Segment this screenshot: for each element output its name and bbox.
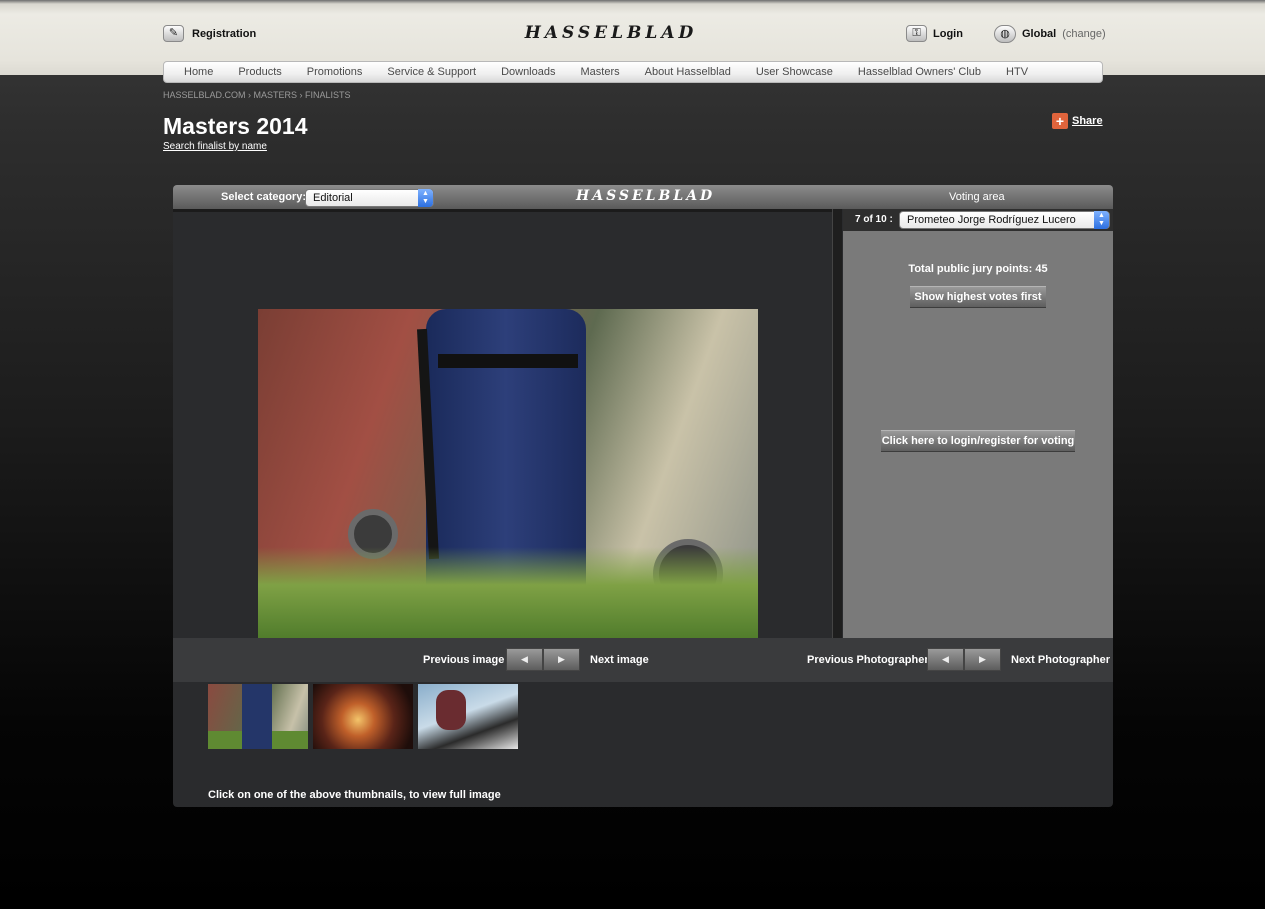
image-navigation: Previous image ◀ ▶ Next image Previous P… (173, 638, 1113, 682)
image-viewer (173, 209, 833, 642)
image-arrows: ◀ ▶ (506, 648, 580, 671)
login-to-vote-button[interactable]: Click here to login/register for voting (881, 430, 1075, 452)
share-button[interactable]: + Share (1052, 113, 1103, 129)
updown-arrow-icon: ▲ ▼ (418, 189, 433, 207)
globe-icon: ◍ (994, 25, 1016, 43)
login-link[interactable]: ⚿ Login (906, 25, 963, 42)
updown-arrow-icon: ▲ ▼ (1094, 211, 1109, 229)
nav-item-owners-club[interactable]: Hasselblad Owners' Club (858, 66, 981, 78)
previous-photographer-button[interactable]: ◀ (927, 648, 964, 671)
next-image-button[interactable]: ▶ (543, 648, 580, 671)
photographer-value: Prometeo Jorge Rodríguez Lucero (907, 214, 1076, 226)
main-nav: Home Products Promotions Service & Suppo… (163, 61, 1103, 83)
change-region-link[interactable]: (change) (1062, 28, 1105, 40)
thumbnail-3[interactable] (418, 684, 518, 749)
voting-area-label: Voting area (949, 191, 1005, 203)
show-highest-votes-button[interactable]: Show highest votes first (910, 286, 1046, 308)
nav-item-downloads[interactable]: Downloads (501, 66, 555, 78)
nav-item-products[interactable]: Products (238, 66, 281, 78)
previous-image-button[interactable]: ◀ (506, 648, 543, 671)
photographer-arrows: ◀ ▶ (927, 648, 1001, 671)
hasselblad-logo[interactable]: HASSELBLAD (522, 23, 700, 43)
gallery-panel: Select category: Editorial ▲ ▼ HASSELBLAD… (173, 185, 1113, 807)
nav-item-user-showcase[interactable]: User Showcase (756, 66, 833, 78)
photographer-select[interactable]: Prometeo Jorge Rodríguez Lucero ▲ ▼ (899, 211, 1110, 229)
nav-item-home[interactable]: Home (184, 66, 213, 78)
category-select[interactable]: Editorial ▲ ▼ (305, 189, 434, 207)
page-title: Masters 2014 (163, 113, 308, 139)
voting-area: 7 of 10 : Prometeo Jorge Rodríguez Lucer… (843, 209, 1113, 638)
panel-toolbar: Select category: Editorial ▲ ▼ HASSELBLAD… (173, 185, 1113, 209)
previous-image-label: Previous image (423, 654, 505, 666)
arrow-left-icon: ◀ (942, 654, 949, 664)
finalist-photo[interactable] (258, 309, 758, 642)
registration-link[interactable]: ✎ Registration (163, 25, 256, 42)
thumbnail-1[interactable] (208, 684, 308, 749)
photo-grass (258, 547, 758, 642)
key-icon: ⚿ (906, 25, 927, 42)
category-label: Select category: (221, 191, 306, 203)
panel-divider (832, 209, 842, 638)
region-selector[interactable]: ◍ Global (change) (994, 25, 1106, 43)
next-photographer-label: Next Photographer (1011, 654, 1111, 666)
breadcrumb[interactable]: HASSELBLAD.COM › MASTERS › FINALISTS (163, 90, 351, 100)
photographer-count: 7 of 10 : (855, 214, 893, 225)
photographer-selector-bar: 7 of 10 : Prometeo Jorge Rodríguez Lucer… (843, 209, 1113, 231)
nav-item-service-support[interactable]: Service & Support (387, 66, 476, 78)
arrow-right-icon: ▶ (979, 654, 986, 664)
region-label: Global (1022, 28, 1057, 40)
share-label: Share (1072, 115, 1103, 127)
arrow-right-icon: ▶ (558, 654, 565, 664)
thumbnail-2[interactable] (313, 684, 413, 749)
photo-belt (438, 354, 578, 368)
category-value: Editorial (313, 192, 353, 204)
thumbnail-strip (208, 684, 518, 749)
registration-label: Registration (192, 27, 257, 40)
previous-photographer-label: Previous Photographer (807, 654, 929, 666)
nav-item-masters[interactable]: Masters (580, 66, 619, 78)
login-label: Login (933, 27, 963, 40)
pen-icon: ✎ (163, 25, 184, 42)
nav-item-htv[interactable]: HTV (1006, 66, 1028, 78)
jury-points: Total public jury points: 45 (908, 263, 1048, 275)
plus-icon: + (1052, 113, 1068, 129)
arrow-left-icon: ◀ (521, 654, 528, 664)
thumbnail-hint: Click on one of the above thumbnails, to… (208, 789, 501, 801)
nav-item-promotions[interactable]: Promotions (307, 66, 363, 78)
next-photographer-button[interactable]: ▶ (964, 648, 1001, 671)
search-finalist-link[interactable]: Search finalist by name (163, 141, 267, 152)
nav-item-about[interactable]: About Hasselblad (645, 66, 731, 78)
next-image-label: Next image (590, 654, 649, 666)
hasselblad-logo-small: HASSELBLAD (576, 188, 716, 204)
